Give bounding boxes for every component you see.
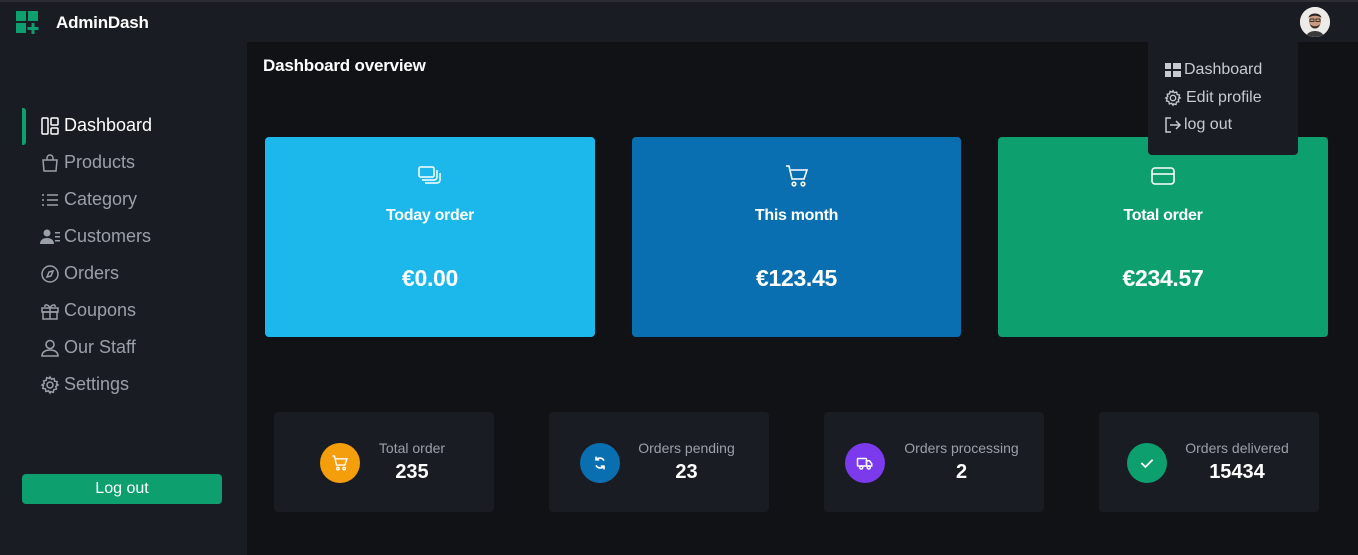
gift-icon [41,304,59,320]
dropdown-item-label: Dashboard [1184,61,1263,78]
gear-icon [1164,89,1182,107]
bag-icon [42,154,58,172]
sidebar-item-products[interactable]: Products [0,146,247,180]
profile-dropdown: Dashboard Edit profile log out [1148,42,1298,155]
cart-icon [785,165,808,187]
dropdown-item-dashboard[interactable]: Dashboard [1164,59,1262,81]
card-this-month: This month €123.45 [632,137,961,337]
app-title: AdminDash [56,13,149,32]
users-icon [40,229,60,244]
compass-icon [41,265,59,283]
sidebar-item-our-staff[interactable]: Our Staff [0,331,247,365]
sidebar-item-label: Our Staff [64,337,136,357]
stat-value: 23 [675,461,698,483]
card-value: €0.00 [401,265,459,291]
sidebar-item-label: Orders [64,263,120,283]
card-value: €123.45 [755,265,838,291]
dropdown-item-label: log out [1184,116,1233,133]
logo-icon [16,11,39,34]
stat-orders-processing: Orders processing 2 [824,412,1044,512]
sidebar-item-label: Products [64,152,136,172]
avatar[interactable] [1300,7,1330,37]
card-label: This month [754,207,839,224]
page-title: Dashboard overview [263,56,426,75]
dropdown-item-logout[interactable]: log out [1164,114,1232,136]
grid-icon [1165,63,1181,77]
stat-label: Orders delivered [1185,440,1289,456]
sidebar-item-settings[interactable]: Settings [0,368,247,402]
stat-label: Orders pending [638,440,735,456]
truck-icon [856,457,873,470]
logout-icon [1165,117,1182,133]
avatar-image-icon [1300,7,1330,37]
stat-icon-circle [320,443,360,483]
stat-label: Total order [378,440,446,456]
sidebar-item-label: Coupons [64,300,137,320]
stat-orders-pending: Orders pending 23 [549,412,769,512]
sidebar-item-coupons[interactable]: Coupons [0,294,247,328]
card-total-order: Total order €234.57 [998,137,1328,337]
sidebar-item-orders[interactable]: Orders [0,257,247,291]
user-icon [41,339,59,357]
sidebar-item-label: Customers [64,226,152,246]
stat-label: Orders processing [904,440,1019,456]
dropdown-item-label: Edit profile [1186,89,1262,106]
logout-button[interactable]: Log out [22,474,222,504]
top-bar: AdminDash [0,0,1358,42]
stat-icon-circle [580,443,620,483]
cart-icon [332,455,348,471]
stat-value: 2 [955,461,968,483]
card-today-order: Today order €0.00 [265,137,595,337]
layers-icon [418,166,441,184]
dashboard-icon [41,117,59,135]
sidebar: Dashboard Products Category Customers Or… [0,42,247,555]
stat-total-order: Total order 235 [274,412,494,512]
check-icon [1140,459,1154,469]
credit-card-icon [1151,167,1175,185]
sidebar-item-dashboard[interactable]: Dashboard [0,109,247,143]
stat-icon-circle [1127,443,1167,483]
sidebar-item-label: Settings [64,374,130,394]
stat-value: 235 [395,461,429,483]
stat-orders-delivered: Orders delivered 15434 [1099,412,1319,512]
card-label: Today order [386,207,474,224]
stat-value: 15434 [1209,461,1265,483]
sidebar-item-label: Category [64,189,138,209]
card-value: €234.57 [1122,265,1204,291]
sidebar-item-label: Dashboard [64,115,153,135]
sidebar-item-category[interactable]: Category [0,183,247,217]
dropdown-item-edit-profile[interactable]: Edit profile [1164,87,1262,109]
gear-icon [40,375,60,395]
sidebar-item-customers[interactable]: Customers [0,220,247,254]
refresh-icon [595,456,605,470]
stat-icon-circle [845,443,885,483]
card-label: Total order [1123,207,1203,224]
list-icon [42,194,58,206]
